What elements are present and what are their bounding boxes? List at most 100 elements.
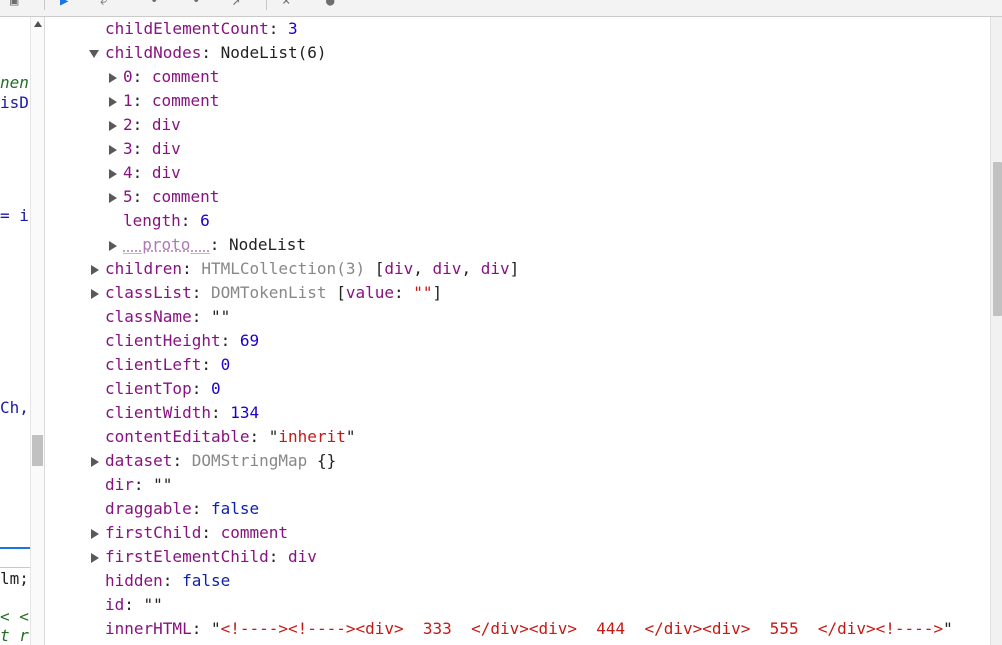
property-row: contentEditable: "inherit" [47,425,987,449]
property-value: 69 [239,331,260,350]
property-value: "" [210,307,231,326]
property-text: clientHeight: 69 [105,329,259,353]
property-row: clientLeft: 0 [47,353,987,377]
property-text: length: 6 [123,209,210,233]
property-text: className: "" [105,305,230,329]
pane-tab-divider [0,567,30,568]
expanded-triangle-icon[interactable] [89,50,99,58]
property-key: firstChild [105,523,202,542]
property-key: clientHeight [105,331,221,350]
property-key: 5 [123,187,133,206]
property-colon: : [201,355,221,374]
property-colon: : [162,571,183,590]
property-value: comment [220,523,289,542]
collapsed-triangle-icon[interactable] [109,145,117,155]
property-value-part: " [268,427,279,446]
collapsed-triangle-icon[interactable] [91,457,99,467]
property-text: childNodes: NodeList(6) [105,41,327,65]
property-colon: : [191,307,211,326]
properties-scrollbar-thumb[interactable] [993,162,1002,316]
collapsed-triangle-icon[interactable] [91,289,99,299]
property-colon: : [191,619,211,638]
property-colon: : [132,67,152,86]
property-row[interactable]: 0: comment [47,65,987,89]
step-icon[interactable]: • [150,0,158,8]
property-key: childNodes [105,43,202,62]
pause-icon[interactable]: ● [326,0,334,8]
collapsed-triangle-icon[interactable] [109,121,117,131]
property-row[interactable]: classList: DOMTokenList [value: ""] [47,281,987,305]
property-row[interactable]: __proto__: NodeList [47,233,987,257]
source-scrollbar[interactable] [30,17,45,645]
property-value: 0 [220,355,231,374]
panel-icon[interactable]: ▣ [10,0,18,8]
property-colon: : [191,283,211,302]
property-key: innerHTML [105,619,192,638]
property-row[interactable]: 4: div [47,161,987,185]
property-value-part: ] [432,283,443,302]
source-code-fragments: nenisD = i Ch, lm; < <tt r [0,17,30,645]
code-fragment: t r [0,626,29,645]
property-key: 0 [123,67,133,86]
property-colon: : [220,331,240,350]
property-value-part: div [432,259,462,278]
property-value-part: [ [374,259,385,278]
collapsed-triangle-icon[interactable] [91,265,99,275]
property-key: draggable [105,499,192,518]
inspect-icon[interactable]: ▶ [60,0,68,8]
code-fragment: lm; [0,569,29,588]
property-value: false [210,499,260,518]
property-value: 0 [210,379,221,398]
code-fragment: Ch, [0,398,29,417]
property-text: clientWidth: 134 [105,401,259,425]
property-text: children: HTMLCollection(3) [div, div, d… [105,257,519,281]
property-row[interactable]: 1: comment [47,89,987,113]
property-colon: : [191,379,211,398]
step-out-icon[interactable]: ↗ [232,0,240,8]
collapsed-triangle-icon[interactable] [109,169,117,179]
collapsed-triangle-icon[interactable] [109,73,117,83]
collapsed-triangle-icon[interactable] [91,553,99,563]
property-row[interactable]: 5: comment [47,185,987,209]
property-row: clientWidth: 134 [47,401,987,425]
property-row[interactable]: firstElementChild: div [47,545,987,569]
property-row[interactable]: 3: div [47,137,987,161]
property-row[interactable]: dataset: DOMStringMap {} [47,449,987,473]
property-row[interactable]: children: HTMLCollection(3) [div, div, d… [47,257,987,281]
property-row: clientTop: 0 [47,377,987,401]
properties-scrollbar[interactable] [990,17,1002,645]
code-fragment: nen [0,73,29,92]
property-text: 0: comment [123,65,219,89]
property-row[interactable]: childNodes: NodeList(6) [47,41,987,65]
property-text: 4: div [123,161,181,185]
pane-tab-underline [0,547,30,549]
property-row: dir: "" [47,473,987,497]
debugger-toolbar: ▣ ▶ ⤶ • • ↗ ⨯ ● [0,0,1002,17]
property-key: 1 [123,91,133,110]
property-colon: : [132,91,152,110]
property-row[interactable]: firstChild: comment [47,521,987,545]
property-key: firstElementChild [105,547,269,566]
source-scrollbar-thumb[interactable] [32,435,43,466]
deactivate-icon[interactable]: ⨯ [282,0,290,8]
property-key: length [123,211,181,230]
collapsed-triangle-icon[interactable] [109,97,117,107]
pane-divider[interactable] [44,17,45,645]
step-over-icon[interactable]: ⤶ [100,0,108,8]
step-into-icon[interactable]: • [192,0,200,8]
scroll-up-arrow-icon[interactable] [34,21,42,27]
property-value-part: " [210,619,221,638]
object-properties-tree: childElementCount: 3 childNodes: NodeList… [47,17,990,645]
collapsed-triangle-icon[interactable] [109,241,117,251]
property-value: div [151,163,181,182]
property-key: clientWidth [105,403,211,422]
property-row: childElementCount: 3 [47,17,987,41]
property-colon: : [201,43,221,62]
property-value: div [151,115,181,134]
property-row[interactable]: 2: div [47,113,987,137]
collapsed-triangle-icon[interactable] [109,193,117,203]
property-colon: : [191,499,211,518]
property-value: comment [151,187,220,206]
collapsed-triangle-icon[interactable] [91,529,99,539]
property-colon: : [124,595,144,614]
